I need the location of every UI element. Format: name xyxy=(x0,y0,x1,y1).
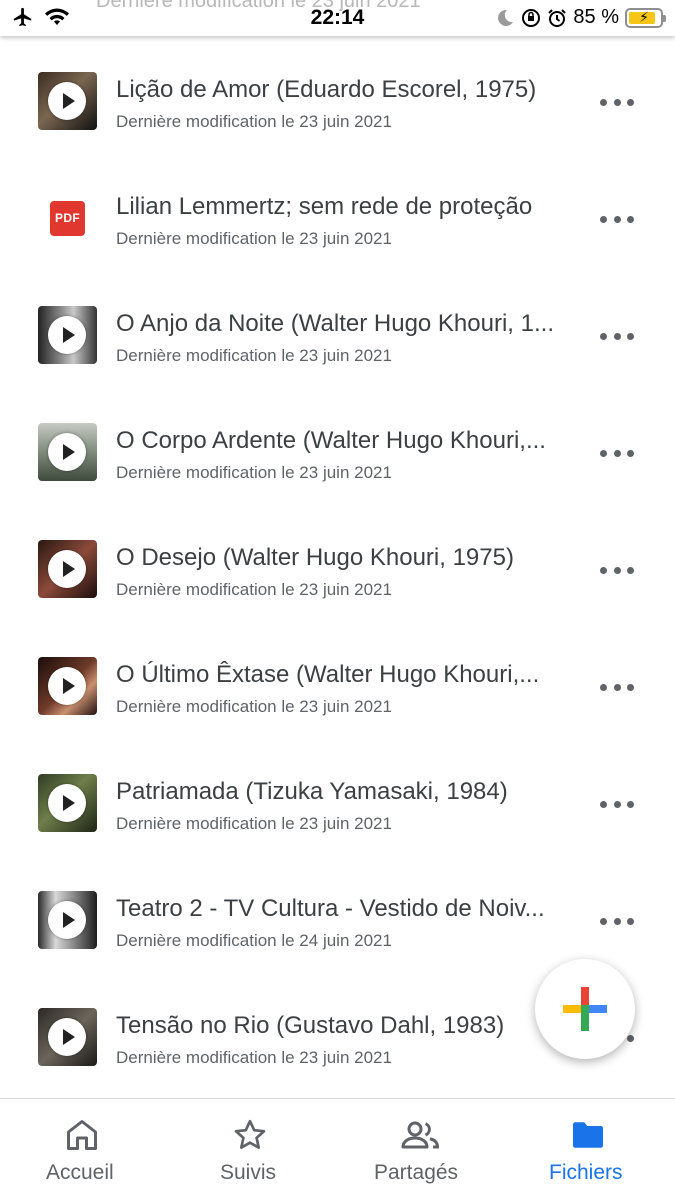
more-options-icon[interactable] xyxy=(600,207,634,231)
play-icon xyxy=(48,901,86,939)
play-icon xyxy=(48,82,86,120)
video-thumbnail xyxy=(38,657,97,715)
nav-item-fichiers[interactable]: Fichiers xyxy=(540,1099,640,1200)
video-thumbnail xyxy=(38,72,97,130)
battery-charging-icon: ⚡ xyxy=(625,7,666,28)
nav-item-accueil[interactable]: Accueil xyxy=(30,1099,134,1200)
file-modified-date: Dernière modification le 23 juin 2021 xyxy=(116,1048,392,1067)
file-title: Teatro 2 - TV Cultura - Vestido de Noiv.… xyxy=(116,895,545,922)
new-file-fab[interactable] xyxy=(535,959,635,1059)
charging-bolt-icon: ⚡ xyxy=(639,8,649,25)
file-modified-date: Dernière modification le 23 juin 2021 xyxy=(116,580,392,599)
nav-label: Accueil xyxy=(46,1161,114,1184)
file-modified-date: Dernière modification le 23 juin 2021 xyxy=(116,814,392,833)
home-icon xyxy=(67,1120,97,1150)
file-title: O Anjo da Noite (Walter Hugo Khouri, 1..… xyxy=(116,310,554,337)
file-row[interactable]: Teatro 2 - TV Cultura - Vestido de Noiv.… xyxy=(0,855,675,972)
file-title: Lição de Amor (Eduardo Escorel, 1975) xyxy=(116,76,537,103)
file-modified-date: Dernière modification le 23 juin 2021 xyxy=(116,463,392,482)
file-row[interactable]: O Corpo Ardente (Walter Hugo Khouri,... … xyxy=(0,387,675,504)
file-title: O Corpo Ardente (Walter Hugo Khouri,... xyxy=(116,427,546,454)
more-options-icon[interactable] xyxy=(600,558,634,582)
file-modified-date: Dernière modification le 23 juin 2021 xyxy=(116,697,392,716)
play-icon xyxy=(48,550,86,588)
play-icon xyxy=(48,667,86,705)
battery-percent: 85 % xyxy=(573,6,619,28)
battery-tip xyxy=(663,14,666,22)
file-title: Lilian Lemmertz; sem rede de proteção xyxy=(116,193,533,220)
more-options-icon[interactable] xyxy=(600,792,634,816)
play-icon xyxy=(48,433,86,471)
file-title: Patriamada (Tizuka Yamasaki, 1984) xyxy=(116,778,508,805)
rotation-lock-icon xyxy=(522,8,541,27)
status-bar: Dernière modification le 23 juin 2021 22… xyxy=(0,0,675,36)
file-title: O Último Êxtase (Walter Hugo Khouri,... xyxy=(116,661,540,688)
people-icon xyxy=(401,1121,440,1149)
file-title: O Desejo (Walter Hugo Khouri, 1975) xyxy=(116,544,514,571)
folder-icon xyxy=(573,1122,603,1148)
add-icon xyxy=(563,987,607,1031)
file-row[interactable]: O Desejo (Walter Hugo Khouri, 1975) Dern… xyxy=(0,504,675,621)
bottom-navigation: Accueil Suivis Partagés Fichiers xyxy=(0,1098,675,1200)
more-options-icon[interactable] xyxy=(600,909,634,933)
nav-label: Fichiers xyxy=(549,1161,623,1184)
play-icon xyxy=(48,784,86,822)
video-thumbnail xyxy=(38,774,97,832)
file-modified-date: Dernière modification le 23 juin 2021 xyxy=(116,112,392,131)
more-options-icon[interactable] xyxy=(600,441,634,465)
play-icon xyxy=(48,316,86,354)
nav-label: Suivis xyxy=(220,1161,277,1184)
file-modified-date: Dernière modification le 23 juin 2021 xyxy=(116,229,392,248)
video-thumbnail xyxy=(38,1008,97,1066)
moon-icon xyxy=(498,9,514,26)
file-modified-date: Dernière modification le 24 juin 2021 xyxy=(116,931,392,950)
file-row[interactable]: O Último Êxtase (Walter Hugo Khouri,... … xyxy=(0,621,675,738)
status-right: 85 % ⚡ xyxy=(495,6,666,29)
pdf-icon: PDF xyxy=(50,201,85,236)
video-thumbnail xyxy=(38,423,97,481)
video-thumbnail xyxy=(38,540,97,598)
file-row[interactable]: PDF Lilian Lemmertz; sem rede de proteçã… xyxy=(0,153,675,270)
file-row[interactable]: O Anjo da Noite (Walter Hugo Khouri, 1..… xyxy=(0,270,675,387)
play-icon xyxy=(48,1018,86,1056)
video-thumbnail xyxy=(38,891,97,949)
nav-label: Partagés xyxy=(374,1161,459,1184)
file-row[interactable]: Patriamada (Tizuka Yamasaki, 1984) Derni… xyxy=(0,738,675,855)
drive-files-screen: Dernière modification le 23 juin 2021 22… xyxy=(0,0,675,1200)
file-modified-date: Dernière modification le 23 juin 2021 xyxy=(116,346,392,365)
more-options-icon[interactable] xyxy=(600,675,634,699)
star-icon xyxy=(234,1119,266,1149)
alarm-icon xyxy=(548,8,567,27)
more-options-icon[interactable] xyxy=(600,90,634,114)
file-list: Lição de Amor (Eduardo Escorel, 1975) De… xyxy=(0,36,675,1089)
nav-item-partages[interactable]: Partagés xyxy=(364,1099,476,1200)
more-options-icon[interactable] xyxy=(600,324,634,348)
nav-item-suivis[interactable]: Suivis xyxy=(200,1099,300,1200)
file-title: Tensão no Rio (Gustavo Dahl, 1983) xyxy=(116,1012,505,1039)
file-row[interactable]: Lição de Amor (Eduardo Escorel, 1975) De… xyxy=(0,36,675,153)
video-thumbnail xyxy=(38,306,97,364)
